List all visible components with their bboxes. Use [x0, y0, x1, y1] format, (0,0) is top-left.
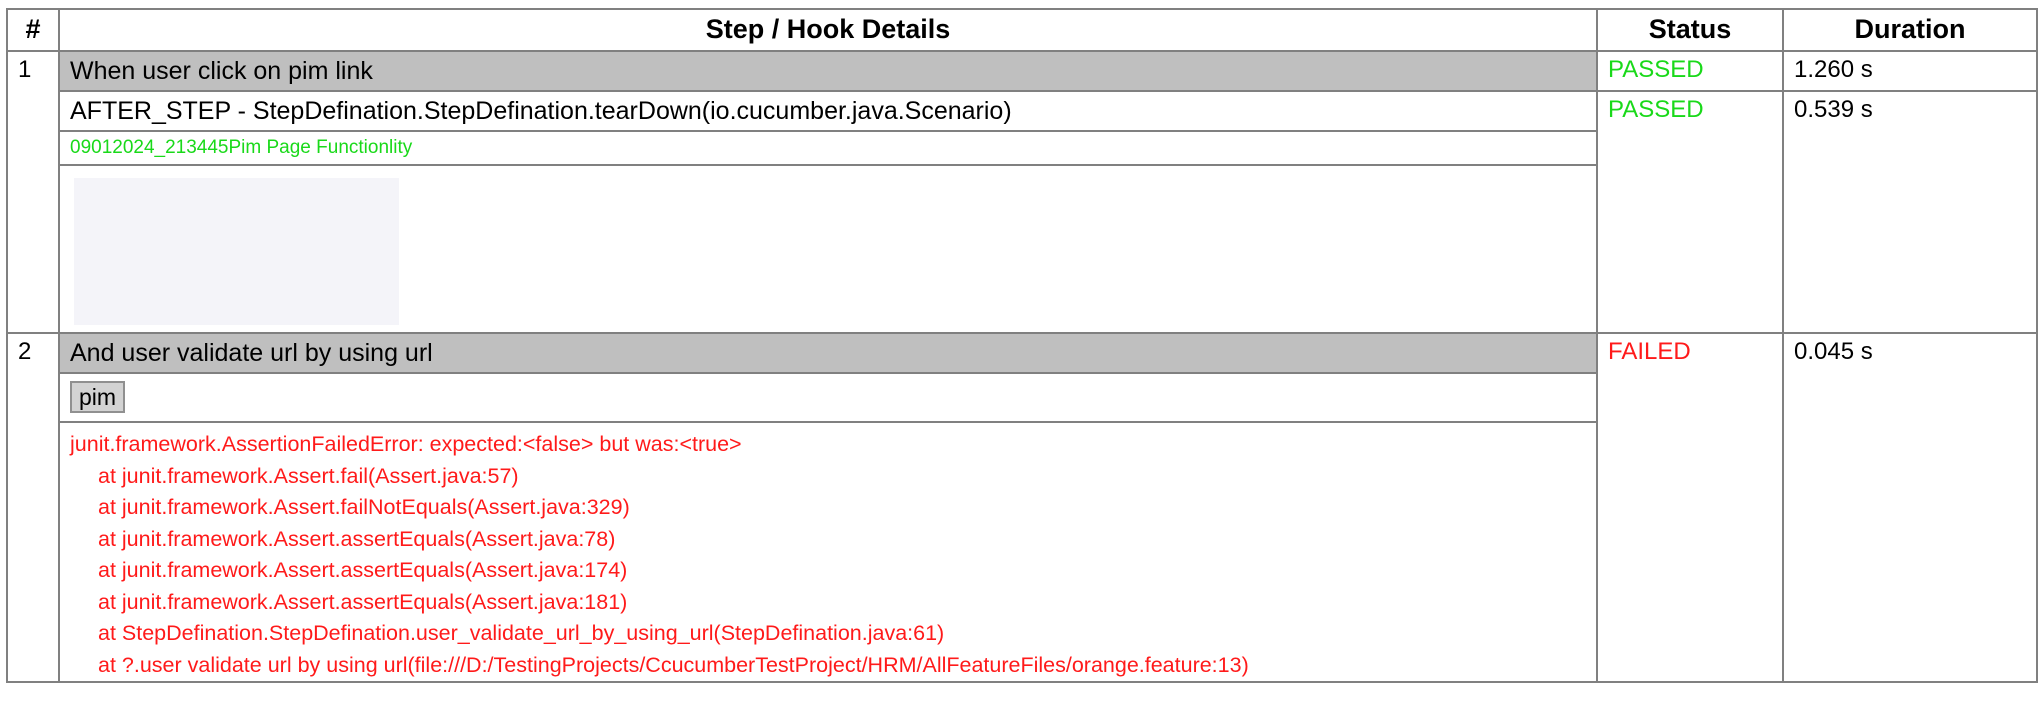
header-num: # [6, 8, 60, 52]
step-1-title: When user click on pim link [61, 53, 1595, 89]
error-trace-line: at junit.framework.Assert.assertEquals(A… [98, 526, 616, 551]
table-header-row: # Step / Hook Details Status Duration [6, 8, 2038, 52]
step-1-number: 1 [6, 50, 60, 334]
table-row-hook-1: AFTER_STEP - StepDefination.StepDefinati… [7, 90, 2038, 334]
error-trace-line: at junit.framework.Assert.assertEquals(A… [98, 558, 628, 582]
error-trace-line: at junit.framework.Assert.assertEquals(A… [98, 589, 628, 614]
error-trace-line: at junit.framework.Assert.fail(Assert.ja… [98, 463, 519, 488]
step-1-details: When user click on pim link [58, 50, 1598, 92]
error-message: junit.framework.AssertionFailedError: ex… [70, 432, 742, 456]
embedded-screenshot-image[interactable] [74, 178, 399, 325]
hook-1-duration: 0.539 s [1782, 90, 2038, 334]
hook-1-details: AFTER_STEP - StepDefination.StepDefinati… [58, 90, 1598, 334]
step-details-table: # Step / Hook Details Status Duration 1 … [6, 8, 2038, 683]
step-2-status: FAILED [1596, 332, 1784, 683]
step-2-number: 2 [6, 332, 60, 683]
hook-1-status: PASSED [1596, 90, 1784, 334]
table-row-step-1: 1 When user click on pim link PASSED 1.2… [6, 50, 2038, 334]
header-details: Step / Hook Details [58, 8, 1598, 52]
error-trace-line: at StepDefination.StepDefination.user_va… [98, 621, 945, 645]
step-2-argument-row: pim [61, 372, 1595, 421]
table-row-step-2: 2 And user validate url by using url pim… [6, 332, 2038, 683]
hook-1-title: AFTER_STEP - StepDefination.StepDefinati… [70, 97, 1012, 125]
error-trace-line: at junit.framework.Assert.failNotEquals(… [98, 495, 630, 519]
hook-1-log: 09012024_213445Pim Page Functionlity [61, 130, 1595, 164]
step-2-duration: 0.045 s [1782, 332, 2038, 683]
header-duration: Duration [1782, 8, 2038, 52]
step-2-title: And user validate url by using url [61, 335, 1595, 372]
step-2-argument-chip: pim [70, 381, 126, 413]
step-2-details: And user validate url by using url pim j… [58, 332, 1598, 683]
error-trace-line: at ?.user validate url by using url(file… [98, 652, 1249, 677]
step-1-duration: 1.260 s [1782, 50, 2038, 92]
step-1-status: PASSED [1596, 50, 1784, 92]
hook-1-embed [61, 164, 1595, 331]
header-status: Status [1596, 8, 1784, 52]
step-2-error-block: junit.framework.AssertionFailedError: ex… [61, 421, 1595, 680]
